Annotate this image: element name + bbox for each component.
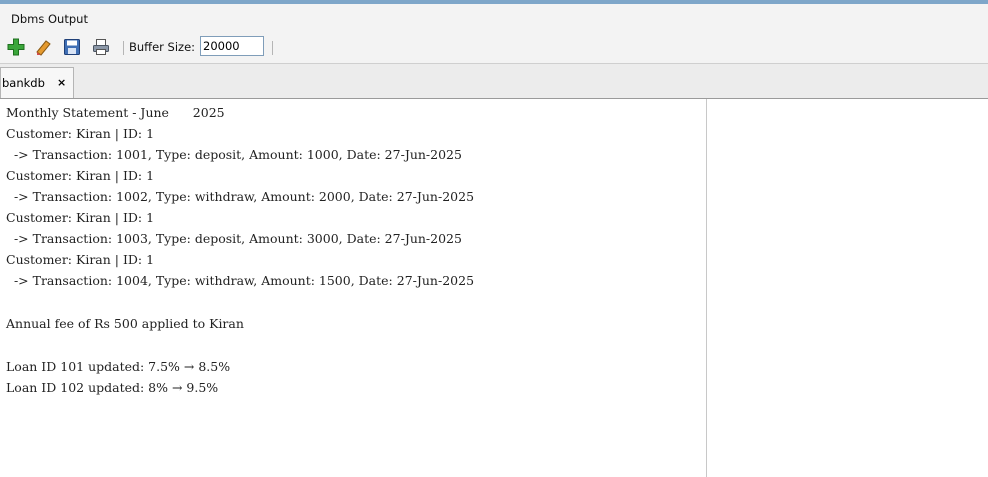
output-line: -> Transaction: 1003, Type: deposit, Amo… — [6, 231, 462, 246]
panel-title: Dbms Output — [11, 12, 88, 26]
output-line: Loan ID 101 updated: 7.5% → 8.5% — [6, 359, 231, 374]
print-icon[interactable] — [92, 38, 110, 56]
add-icon[interactable] — [7, 38, 25, 56]
panel-title-bar: Dbms Output — [0, 4, 988, 30]
output-line: Annual fee of Rs 500 applied to Kiran — [6, 316, 244, 331]
buffer-size-label: Buffer Size: — [129, 40, 196, 54]
tab-label: bankdb — [2, 76, 45, 90]
output-line: Customer: Kiran | ID: 1 — [6, 252, 155, 267]
output-line: Customer: Kiran | ID: 1 — [6, 126, 155, 141]
close-icon[interactable]: × — [57, 76, 66, 89]
dbms-output-text-area[interactable]: Monthly Statement - June 2025 Customer: … — [0, 99, 707, 477]
output-line: -> Transaction: 1004, Type: withdraw, Am… — [6, 273, 475, 288]
toolbar: Buffer Size: — [0, 30, 988, 64]
eraser-icon[interactable] — [34, 38, 52, 56]
output-line: Customer: Kiran | ID: 1 — [6, 210, 155, 225]
tab-bankdb[interactable]: bankdb × — [0, 67, 74, 98]
connection-tab-strip: bankdb × — [0, 64, 988, 99]
output-line: Customer: Kiran | ID: 1 — [6, 168, 155, 183]
output-line: -> Transaction: 1001, Type: deposit, Amo… — [6, 147, 462, 162]
toolbar-separator — [272, 41, 273, 55]
editor-margin-area — [707, 99, 988, 477]
output-line: -> Transaction: 1002, Type: withdraw, Am… — [6, 189, 475, 204]
output-line: Loan ID 102 updated: 8% → 9.5% — [6, 380, 219, 395]
save-icon[interactable] — [63, 38, 81, 56]
output-line: Monthly Statement - June 2025 — [6, 105, 225, 120]
toolbar-separator — [123, 41, 124, 55]
buffer-size-input[interactable] — [200, 36, 264, 56]
